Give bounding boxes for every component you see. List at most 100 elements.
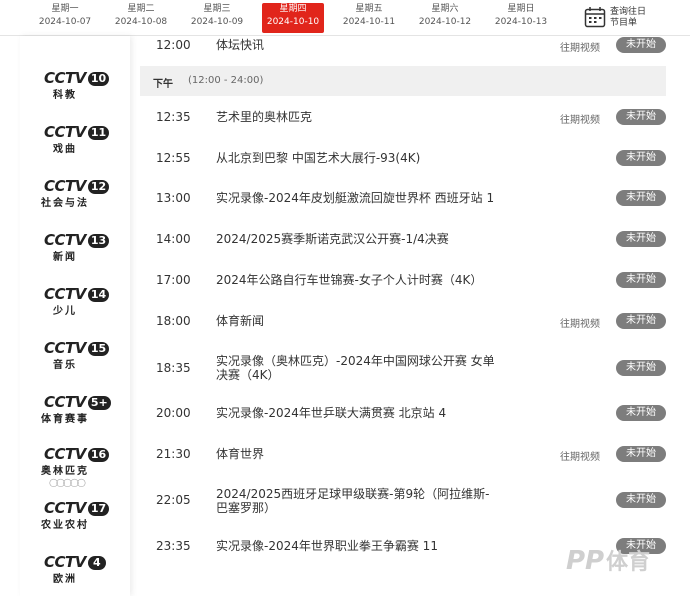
program-time: 22:05 xyxy=(156,493,191,507)
day-date: 2024-10-07 xyxy=(38,17,92,27)
channel-logo: CCTV 13 xyxy=(44,230,110,249)
channel-name: 欧洲 xyxy=(53,574,77,585)
replay-link[interactable]: 往期视频 xyxy=(560,111,600,126)
logo-text: CCTV xyxy=(44,177,86,195)
channel-item-cctv10[interactable]: CCTV 10 科教 xyxy=(34,66,114,104)
watermark: PP体育 xyxy=(566,544,676,576)
program-title: 实况录像-2024年世界职业拳王争霸赛 11 xyxy=(216,539,438,553)
channel-number: 13 xyxy=(87,234,110,248)
section-label: 下午 xyxy=(153,79,173,90)
day-weekday: 星期五 xyxy=(355,4,383,14)
channel-item-cctv13[interactable]: CCTV 13 新闻 xyxy=(34,228,114,266)
channel-logo: CCTV 5+ xyxy=(44,392,111,411)
program-row: 13:00 实况录像-2024年皮划艇激流回旋世界杯 西班牙站 1 未开始 xyxy=(140,190,666,207)
status-badge: 未开始 xyxy=(616,492,666,508)
channel-logo: CCTV 12 xyxy=(44,176,110,195)
program-row: 17:00 2024年公路自行车世锦赛-女子个人计时赛（4K） 未开始 xyxy=(140,272,666,289)
channel-name: 科教 xyxy=(53,90,77,101)
replay-link[interactable]: 往期视频 xyxy=(560,448,600,463)
day-tab-mon[interactable]: 星期一 2024-10-07 xyxy=(34,3,96,33)
day-weekday: 星期六 xyxy=(431,4,459,14)
channel-item-cctv11[interactable]: CCTV 11 戏曲 xyxy=(34,120,114,158)
day-weekday: 星期二 xyxy=(127,4,155,14)
logo-text: CCTV xyxy=(44,393,86,411)
program-time: 13:00 xyxy=(156,191,191,205)
channel-name: 社会与法 xyxy=(41,198,89,209)
day-tab-sat[interactable]: 星期六 2024-10-12 xyxy=(414,3,476,33)
history-schedule-link[interactable]: 查询往日 节目单 xyxy=(610,7,646,29)
channel-logo: CCTV 15 xyxy=(44,338,110,357)
channel-logo: CCTV 4 xyxy=(44,552,106,571)
day-date: 2024-10-09 xyxy=(190,17,244,27)
status-badge: 未开始 xyxy=(616,150,666,166)
logo-text: CCTV xyxy=(44,339,86,357)
program-title: 艺术里的奥林匹克 xyxy=(216,110,313,124)
channel-logo: CCTV 17 xyxy=(44,498,110,517)
day-tab-sun[interactable]: 星期日 2024-10-13 xyxy=(490,3,552,33)
channel-item-cctv5plus[interactable]: CCTV 5+ 体育赛事 xyxy=(34,390,114,428)
program-title: 实况录像-2024年世乒联大满贯赛 北京站 4 xyxy=(216,406,447,420)
replay-link[interactable]: 往期视频 xyxy=(560,39,600,54)
day-weekday: 星期三 xyxy=(203,4,231,14)
status-badge: 未开始 xyxy=(616,190,666,206)
watermark-latin: PP xyxy=(566,546,605,576)
channel-name: 农业农村 xyxy=(41,520,89,531)
program-time: 18:00 xyxy=(156,314,191,328)
channel-item-cctv16[interactable]: CCTV 16 奥林匹克◯◯◯◯◯ xyxy=(34,442,114,487)
channel-item-cctv17[interactable]: CCTV 17 农业农村 xyxy=(34,496,114,534)
channel-name: 奥林匹克 xyxy=(41,466,89,477)
logo-text: CCTV xyxy=(44,123,86,141)
channel-logo: CCTV 14 xyxy=(44,284,110,303)
program-title: 体育世界 xyxy=(216,447,265,461)
day-date: 2024-10-12 xyxy=(418,17,472,27)
channel-logo: CCTV 10 xyxy=(44,68,110,87)
channel-number: 14 xyxy=(87,288,110,302)
program-row: 21:30 体育世界 往期视频 未开始 xyxy=(140,446,666,463)
channel-number: 4 xyxy=(87,556,106,570)
channel-item-cctv4-europe[interactable]: CCTV 4 欧洲 xyxy=(34,550,114,588)
status-badge: 未开始 xyxy=(616,313,666,329)
program-time: 12:55 xyxy=(156,151,191,165)
history-link-line2: 节目单 xyxy=(610,18,638,28)
day-tab-fri[interactable]: 星期五 2024-10-11 xyxy=(338,3,400,33)
day-date: 2024-10-08 xyxy=(114,17,168,27)
channel-sidebar: CCTV 10 科教 CCTV 11 戏曲 CCTV 12 社会与法 CCTV 13 新… xyxy=(20,36,130,596)
logo-text: CCTV xyxy=(44,553,86,571)
day-weekday: 星期一 xyxy=(51,4,79,14)
logo-text: CCTV xyxy=(44,231,86,249)
replay-link[interactable]: 往期视频 xyxy=(560,315,600,330)
program-list: 12:00 体坛快讯 往期视频 未开始 下午 (12:00 - 24:00) 1… xyxy=(140,36,666,596)
channel-name: 新闻 xyxy=(53,252,77,263)
program-time: 12:35 xyxy=(156,110,191,124)
status-badge: 未开始 xyxy=(616,360,666,376)
status-badge: 未开始 xyxy=(616,405,666,421)
program-title: 体育新闻 xyxy=(216,314,265,328)
program-row: 18:00 体育新闻 往期视频 未开始 xyxy=(140,313,666,330)
channel-number: 5+ xyxy=(87,396,111,410)
program-time: 17:00 xyxy=(156,273,191,287)
program-title: 2024年公路自行车世锦赛-女子个人计时赛（4K） xyxy=(216,273,483,287)
day-date: 2024-10-11 xyxy=(342,17,396,27)
channel-item-cctv14[interactable]: CCTV 14 少儿 xyxy=(34,282,114,320)
watermark-cn: 体育 xyxy=(606,550,651,575)
day-tab-wed[interactable]: 星期三 2024-10-09 xyxy=(186,3,248,33)
channel-name-row: 奥林匹克◯◯◯◯◯ xyxy=(34,462,96,488)
program-title: 实况录像（奥林匹克）-2024年中国网球公开赛 女单决赛（4K） xyxy=(216,354,495,382)
program-row: 12:55 从北京到巴黎 中国艺术大展行-93(4K) 未开始 xyxy=(140,150,666,167)
program-row: 18:35 实况录像（奥林匹克）-2024年中国网球公开赛 女单决赛（4K） 未… xyxy=(140,352,666,384)
program-title: 实况录像-2024年皮划艇激流回旋世界杯 西班牙站 1 xyxy=(216,191,495,205)
channel-item-cctv12[interactable]: CCTV 12 社会与法 xyxy=(34,174,114,212)
status-badge: 未开始 xyxy=(616,231,666,247)
channel-name: 体育赛事 xyxy=(41,414,89,425)
status-badge: 未开始 xyxy=(616,37,666,53)
day-date: 2024-10-13 xyxy=(494,17,548,27)
day-tab-tue[interactable]: 星期二 2024-10-08 xyxy=(110,3,172,33)
program-row: 22:05 2024/2025西班牙足球甲级联赛-第9轮（阿拉维斯-巴塞罗那） … xyxy=(140,485,666,517)
channel-item-cctv15[interactable]: CCTV 15 音乐 xyxy=(34,336,114,374)
calendar-icon[interactable] xyxy=(584,6,606,28)
program-row: 20:00 实况录像-2024年世乒联大满贯赛 北京站 4 未开始 xyxy=(140,405,666,422)
channel-number: 15 xyxy=(87,342,110,356)
logo-text: CCTV xyxy=(44,69,86,87)
day-tab-thu[interactable]: 星期四 2024-10-10 xyxy=(262,3,324,33)
channel-logo: CCTV 16 xyxy=(44,444,110,463)
